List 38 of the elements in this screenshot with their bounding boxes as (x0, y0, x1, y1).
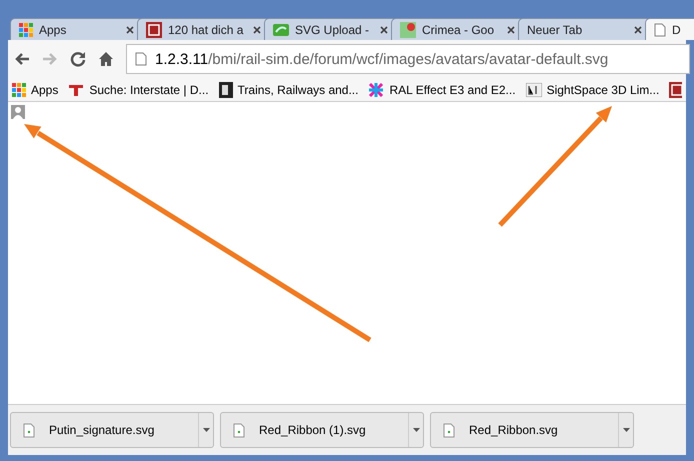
rs-logo-icon (146, 22, 162, 38)
download-item[interactable]: Red_Ribbon (1).svg (220, 412, 424, 448)
close-icon[interactable] (253, 26, 261, 34)
home-icon[interactable] (98, 51, 114, 67)
browser-tab[interactable]: D (645, 18, 694, 40)
r-logo-icon (218, 82, 233, 98)
page-icon (135, 52, 147, 66)
file-icon (233, 422, 245, 438)
close-icon[interactable] (507, 26, 515, 34)
bookmark[interactable]: SightSpace 3D Lim... (526, 82, 660, 96)
rs-logo-icon (669, 82, 682, 98)
caret-icon[interactable] (622, 428, 630, 432)
grid-icon (12, 82, 26, 96)
map-pin-icon (400, 22, 416, 38)
bookmark[interactable]: Suche: Interstate | D... (68, 82, 209, 96)
bookmark[interactable]: RAL Effect E3 and E2... (368, 82, 516, 98)
close-icon[interactable] (634, 26, 642, 34)
bookmark[interactable]: Apps (12, 82, 58, 96)
lci-logo-icon (526, 82, 542, 96)
download-item[interactable]: Red_Ribbon.svg (430, 412, 634, 448)
close-icon[interactable] (126, 26, 134, 34)
grid-icon (19, 22, 33, 36)
caret-icon[interactable] (412, 428, 420, 432)
leaf-icon (273, 24, 289, 36)
file-icon (23, 422, 35, 438)
avatar-icon (11, 105, 25, 119)
close-icon[interactable] (380, 26, 388, 34)
t-logo-icon (68, 82, 84, 96)
color-star-icon (368, 82, 384, 98)
bookmark[interactable]: Trains, Railways and... (218, 82, 358, 98)
download-item[interactable]: Putin_signature.svg (10, 412, 214, 448)
caret-icon[interactable] (202, 428, 210, 432)
back-icon[interactable] (14, 52, 30, 66)
url-text: 1.2.3.11/bmi/rail-sim.de/forum/wcf/images/avatars/avatar-default.svg (155, 50, 608, 68)
address-field[interactable]: 1.2.3.11/bmi/rail-sim.de/forum/wcf/images/avatars/avatar-default.svg (126, 44, 690, 74)
reload-icon[interactable] (70, 51, 86, 67)
page-icon (654, 22, 666, 36)
file-icon (443, 422, 455, 438)
